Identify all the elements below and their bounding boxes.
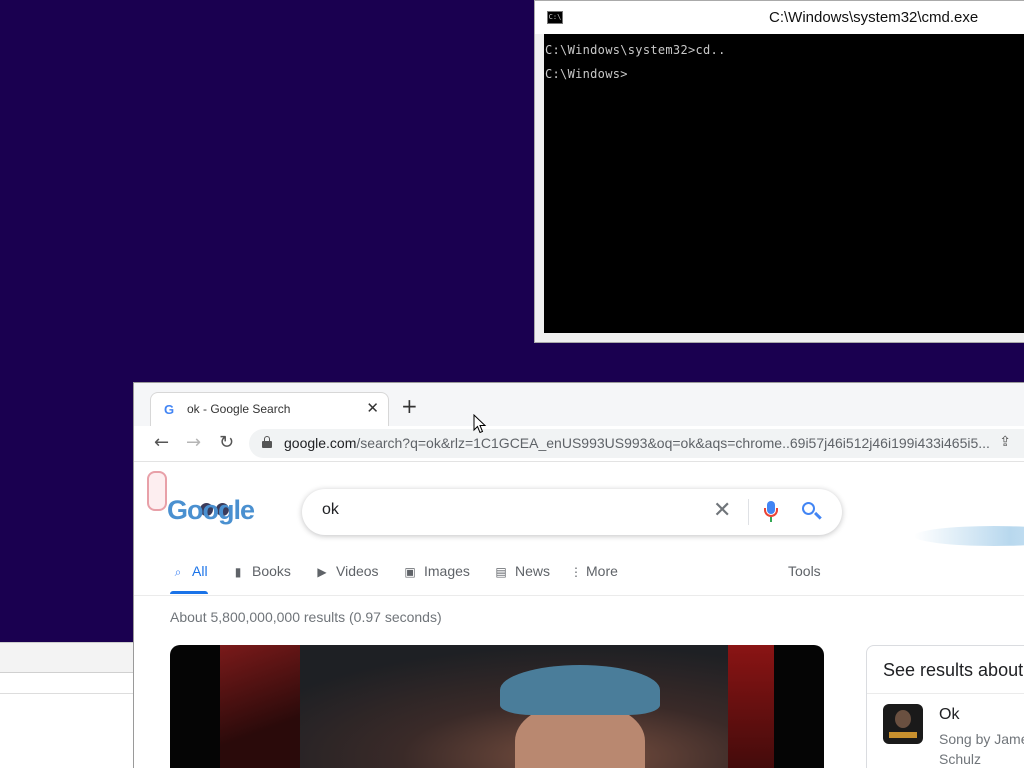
cmd-prompt-line[interactable]: C:\Windows> [545,66,1024,90]
forward-button[interactable]: → [186,432,201,453]
cmd-line: C:\Windows\system32>cd.. [545,43,726,57]
knowledge-panel-divider [867,693,1024,694]
knowledge-panel-title: See results about [883,660,1024,680]
mouse-cursor-icon [473,414,487,434]
search-icon: ⌕ [174,565,182,579]
album-art-thumbnail[interactable] [883,704,923,744]
result-item-subtitle: Song by James Schulz [939,731,1024,767]
tools-button[interactable]: Tools [788,563,821,595]
video-frame [220,645,774,768]
share-icon[interactable]: ⇪ [999,434,1011,450]
cmd-window-title: C:\Windows\system32\cmd.exe [769,9,979,26]
video-person-hair [500,665,660,715]
url-domain: google.com [284,435,357,451]
tab-all[interactable]: ⌕ All [170,563,208,595]
microphone-icon[interactable] [764,501,778,523]
url-path: /search?q=ok&rlz=1C1GCEA_enUS993US993&oq… [356,435,990,451]
reload-button[interactable]: ↻ [219,432,234,453]
browser-tab[interactable]: G ok - Google Search ✕ [150,392,389,426]
browser-window[interactable]: G ok - Google Search ✕ + ← → ↻ google.co… [133,382,1024,768]
image-icon: ▣ [404,565,416,579]
cmd-window[interactable]: C:\ C:\Windows\system32\cmd.exe C:\Windo… [534,0,1024,343]
tab-label: More [586,563,618,579]
lock-icon[interactable] [262,436,272,448]
tab-label: Books [252,563,291,579]
search-input[interactable]: ok [322,501,339,519]
tab-label: Images [424,563,470,579]
result-item-name[interactable]: Ok [939,706,959,724]
background-window [0,642,140,768]
google-logo-text: Google [167,495,255,525]
close-tab-icon[interactable]: ✕ [366,399,379,417]
news-icon: ▤ [495,565,507,579]
address-url[interactable]: google.com/search?q=ok&rlz=1C1GCEA_enUS9… [284,435,990,451]
search-box[interactable]: ok ✕ [302,489,842,535]
doodle-decoration [147,471,167,511]
tab-videos[interactable]: ▶ Videos [314,563,379,595]
clear-icon[interactable]: ✕ [713,498,731,523]
searchbox-divider [748,499,749,525]
video-frame-detail [220,645,300,768]
search-icon[interactable] [801,501,823,523]
tab-images[interactable]: ▣ Images [402,563,470,595]
cmd-titlebar[interactable]: C:\ C:\Windows\system32\cmd.exe [535,1,1024,34]
tab-label: Videos [336,563,379,579]
result-stats: About 5,800,000,000 results (0.97 second… [170,609,442,625]
google-favicon-icon: G [164,402,175,417]
more-vert-icon: ⋮ [570,565,582,579]
play-icon: ▶ [317,565,327,579]
address-bar[interactable]: google.com/search?q=ok&rlz=1C1GCEA_enUS9… [249,429,1024,458]
knowledge-panel: See results about Ok Song by James Schul… [866,645,1024,768]
back-button[interactable]: ← [154,432,169,453]
tab-label: News [515,563,551,579]
active-tab-indicator [170,591,208,594]
video-result-thumbnail[interactable] [170,645,824,768]
browser-toolbar: ← → ↻ google.com/search?q=ok&rlz=1C1GCEA… [134,426,1024,462]
tab-books[interactable]: ▮ Books [230,563,291,595]
tab-news[interactable]: ▤ News [493,563,550,595]
search-tabs: ⌕ All ▮ Books ▶ Videos ▣ Images ▤ News ⋮ More … [170,563,1024,597]
google-doodle-logo[interactable]: Google [142,465,262,529]
background-window-divider [0,693,140,694]
cmd-icon: C:\ [547,11,563,24]
google-results-page: Google ok ✕ ⌕ All ▮ Books ▶ Videos ▣ Ima… [134,463,1024,768]
cmd-console[interactable]: C:\Windows\system32>cd.. C:\Windows> [544,34,1024,333]
new-tab-button[interactable]: + [401,396,418,416]
background-window-bar [0,643,140,673]
tools-label: Tools [788,563,821,579]
tabs-divider [134,595,1024,596]
tab-title: ok - Google Search [187,402,291,416]
tab-strip: G ok - Google Search ✕ + [134,383,1024,426]
tab-more[interactable]: ⋮ More [570,563,618,595]
doodle-swoosh [914,526,1024,546]
video-frame-detail [728,645,774,768]
book-icon: ▮ [234,565,242,579]
tab-label: All [192,563,208,579]
